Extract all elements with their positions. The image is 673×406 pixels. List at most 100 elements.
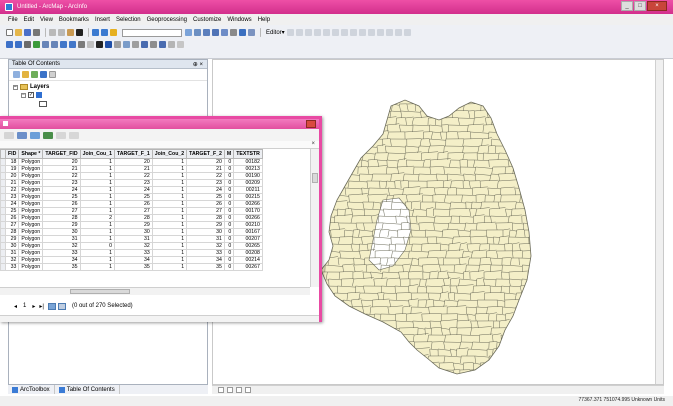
table-cell[interactable]: 00210 — [233, 221, 263, 229]
refresh-icon[interactable] — [236, 387, 242, 393]
table-cell[interactable]: 00208 — [233, 249, 263, 257]
table-cell[interactable]: Polygon — [18, 228, 44, 236]
table-horizontal-scrollbar[interactable] — [0, 287, 310, 295]
table-cell[interactable]: 0 — [223, 249, 235, 257]
table-cell[interactable]: 1 — [79, 263, 115, 271]
pause-drawing-icon[interactable] — [245, 387, 251, 393]
menu-file[interactable]: File — [8, 17, 18, 23]
table-row[interactable]: 24 Polygon 26 1 26 1 26 0 00266 — [0, 200, 263, 208]
menu-insert[interactable]: Insert — [95, 17, 110, 23]
forward-icon[interactable] — [69, 41, 76, 48]
reshape-icon[interactable] — [349, 29, 357, 36]
table-cell[interactable]: 34 — [42, 256, 81, 264]
table-cell[interactable]: 24 — [113, 186, 153, 194]
table-cell[interactable]: 18 — [4, 158, 20, 166]
layer-item[interactable]: − ✓ — [21, 92, 203, 98]
table-cell[interactable]: 26 — [4, 214, 20, 222]
column-header[interactable]: M — [223, 149, 235, 159]
edit-annotation-icon[interactable] — [295, 29, 303, 36]
table-cell[interactable]: Polygon — [18, 221, 44, 229]
layout-view-icon[interactable] — [227, 387, 233, 393]
rotate-icon[interactable] — [376, 29, 384, 36]
table-cell[interactable]: Polygon — [18, 179, 44, 187]
menu-windows[interactable]: Windows — [227, 17, 251, 23]
table-cell[interactable]: 22 — [113, 172, 153, 180]
table-cell[interactable]: 24 — [4, 200, 20, 208]
table-row[interactable]: 33 Polygon 35 1 35 1 35 0 00267 — [0, 263, 263, 271]
column-header[interactable]: FID — [4, 149, 20, 159]
table-cell[interactable]: 0 — [223, 172, 235, 180]
table-cell[interactable]: Polygon — [18, 235, 44, 243]
model-builder-icon[interactable] — [239, 29, 246, 36]
find-icon[interactable] — [141, 41, 148, 48]
table-cell[interactable]: 28 — [42, 214, 81, 222]
collapse-icon[interactable]: − — [13, 84, 18, 90]
help-icon[interactable] — [248, 29, 255, 36]
table-row[interactable]: 19 Polygon 21 1 21 1 21 0 00213 — [0, 165, 263, 173]
column-header[interactable]: Join_Cou_1 — [79, 149, 115, 159]
table-cell[interactable]: 00211 — [233, 186, 263, 194]
layer-name-highlight[interactable] — [36, 92, 42, 98]
table-cell[interactable]: 33 — [4, 263, 20, 271]
maximize-icon[interactable]: □ — [634, 1, 646, 11]
paste-icon[interactable] — [67, 29, 74, 36]
table-cell[interactable]: Polygon — [18, 214, 44, 222]
table-cell[interactable]: 27 — [4, 221, 20, 229]
table-row[interactable]: 18 Polygon 20 1 20 1 20 0 00182 — [0, 158, 263, 166]
table-cell[interactable]: 21 — [42, 165, 81, 173]
last-record-icon[interactable]: ▸| — [39, 303, 44, 310]
table-row[interactable]: 30 Polygon 32 0 32 1 32 0 00265 — [0, 242, 263, 250]
copy-icon[interactable] — [58, 29, 65, 36]
table-cell[interactable]: Polygon — [18, 158, 44, 166]
table-row[interactable]: 31 Polygon 33 1 33 1 33 0 00208 — [0, 249, 263, 257]
table-cell[interactable]: 31 — [42, 235, 81, 243]
table-cell[interactable]: 00266 — [233, 200, 263, 208]
collapse-icon[interactable]: − — [21, 92, 26, 98]
list-by-selection-icon[interactable] — [40, 71, 47, 78]
table-cell[interactable]: 1 — [151, 193, 188, 201]
table-cell[interactable]: 23 — [4, 193, 20, 201]
table-cell[interactable]: 1 — [151, 214, 188, 222]
table-cell[interactable]: Polygon — [18, 200, 44, 208]
table-cell[interactable]: 00170 — [233, 207, 263, 215]
table-cell[interactable]: 1 — [151, 249, 188, 257]
table-row[interactable]: 27 Polygon 29 1 29 1 29 0 00210 — [0, 221, 263, 229]
table-cell[interactable]: 00267 — [233, 263, 263, 271]
table-cell[interactable]: 1 — [79, 200, 115, 208]
table-cell[interactable]: 34 — [186, 256, 225, 264]
menu-customize[interactable]: Customize — [193, 17, 221, 23]
table-cell[interactable]: 00182 — [233, 158, 263, 166]
identify-icon[interactable] — [105, 41, 112, 48]
table-cell[interactable]: Polygon — [18, 242, 44, 250]
table-cell[interactable]: 1 — [151, 256, 188, 264]
table-cell[interactable]: Polygon — [18, 165, 44, 173]
table-cell[interactable]: 00167 — [233, 228, 263, 236]
catalog-icon[interactable] — [203, 29, 210, 36]
table-cell[interactable]: 1 — [151, 172, 188, 180]
table-cell[interactable]: 1 — [151, 242, 188, 250]
column-header[interactable]: TARGET_FID — [42, 149, 81, 159]
table-cell[interactable]: 22 — [4, 186, 20, 194]
new-document-icon[interactable] — [6, 29, 13, 36]
current-record-input[interactable]: 1 — [23, 303, 26, 309]
table-cell[interactable]: 0 — [223, 186, 235, 194]
redo-icon[interactable] — [101, 29, 108, 36]
column-header[interactable]: TEXTSTR — [233, 149, 263, 159]
toc-pin-close[interactable]: ⊕ × — [193, 61, 203, 68]
menu-edit[interactable]: Edit — [24, 17, 34, 23]
table-cell[interactable]: 1 — [79, 165, 115, 173]
table-cell[interactable]: 00209 — [233, 179, 263, 187]
table-cell[interactable]: 0 — [223, 235, 235, 243]
table-of-contents-icon[interactable] — [194, 29, 201, 36]
table-cell[interactable]: 2 — [79, 214, 115, 222]
table-cell[interactable]: 00190 — [233, 172, 263, 180]
hyperlink-icon[interactable] — [114, 41, 121, 48]
table-cell[interactable]: 1 — [79, 221, 115, 229]
point-icon[interactable] — [331, 29, 339, 36]
table-cell[interactable]: 23 — [113, 179, 153, 187]
column-header[interactable]: Shape * — [18, 149, 44, 159]
table-cell[interactable]: 00215 — [233, 193, 263, 201]
table-cell[interactable]: 29 — [42, 221, 81, 229]
table-cell[interactable]: 20 — [113, 158, 153, 166]
table-row[interactable]: 29 Polygon 31 1 31 1 31 0 00207 — [0, 235, 263, 243]
